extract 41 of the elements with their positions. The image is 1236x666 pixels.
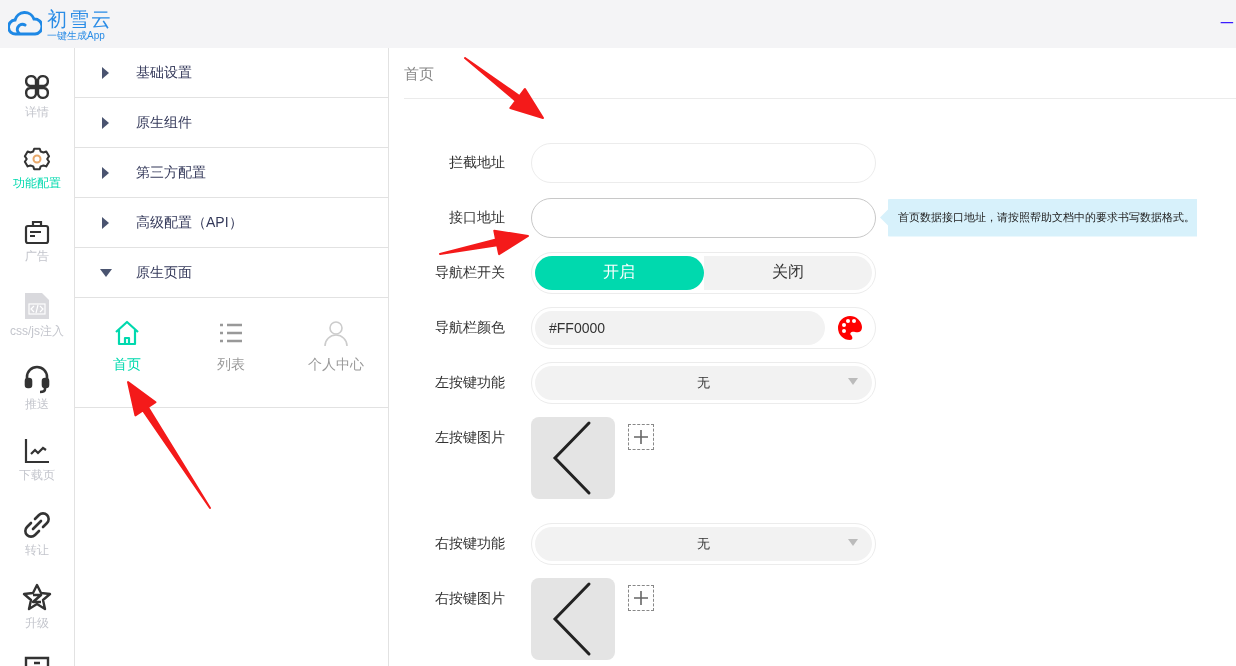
caret-icon <box>848 538 858 546</box>
plus-icon <box>634 591 648 605</box>
page-tab[interactable]: 个人中心 <box>307 320 364 374</box>
select-field[interactable]: 无 <box>535 526 872 561</box>
menu-item[interactable]: 高级配置（API） <box>75 198 388 248</box>
field-label: 右按键功能 <box>434 534 505 553</box>
help-tooltip: 首页数据接口地址，请按照帮助文档中的要求书写数据格式。 <box>880 198 1197 237</box>
field-label: 右按键图片 <box>434 590 505 608</box>
logo-text: 初雪云 <box>47 7 113 30</box>
page-tab[interactable]: 首页 <box>113 320 141 374</box>
menu-item[interactable]: 第三方配置 <box>75 148 388 198</box>
input-field[interactable] <box>531 197 876 238</box>
logo-tagline: 一键生成App <box>47 29 106 41</box>
add-image-button[interactable] <box>628 585 654 611</box>
home-icon <box>114 320 140 346</box>
palette-icon[interactable] <box>837 314 863 341</box>
cloud-logo-icon <box>8 11 42 37</box>
field-label: 导航栏开关 <box>434 263 505 282</box>
menu-item[interactable]: 原生组件 <box>75 98 388 148</box>
field-label: 接口地址 <box>448 208 505 227</box>
field-label: 拦截地址 <box>448 153 505 172</box>
rail-item[interactable]: 升级 <box>22 583 52 656</box>
person-icon <box>322 320 349 346</box>
page-tab[interactable]: 列表 <box>217 320 245 374</box>
rail-item[interactable]: 详情 <box>22 72 52 145</box>
rail-item[interactable]: 下载页 <box>19 437 55 510</box>
field-label: 导航栏颜色 <box>434 318 505 337</box>
color-value: #FF0000 <box>535 310 825 345</box>
caret-icon <box>848 377 858 385</box>
menu-item[interactable]: 原生页面 <box>75 248 388 298</box>
field-label: 左按键图片 <box>434 429 505 447</box>
toggle-option[interactable]: 关闭 <box>703 255 872 290</box>
rail-item[interactable]: 广告 <box>23 218 51 291</box>
menu-item[interactable]: 基础设置 <box>75 48 388 98</box>
toggle-option[interactable]: 开启 <box>535 255 704 290</box>
field-label: 左按键功能 <box>434 373 505 392</box>
rail-item[interactable]: 功能配置 <box>13 145 61 218</box>
header-link[interactable]: 一 <box>1220 15 1236 33</box>
select-field[interactable]: 无 <box>535 365 872 400</box>
plus-icon <box>634 430 648 444</box>
add-image-button[interactable] <box>628 424 654 450</box>
